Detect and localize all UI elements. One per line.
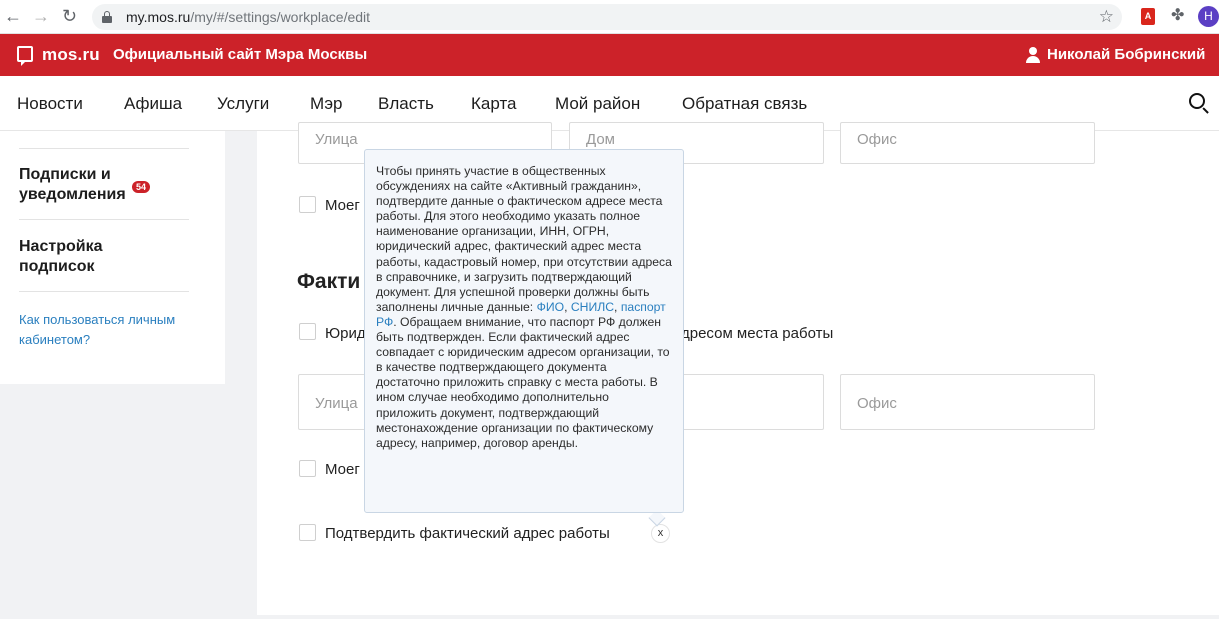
- pdf-extension-icon[interactable]: A: [1141, 8, 1155, 25]
- sidebar-divider: [19, 291, 189, 292]
- url-text: my.mos.ru/my/#/settings/workplace/edit: [126, 9, 371, 25]
- tooltip-close-button[interactable]: x: [651, 524, 670, 543]
- actual-office-input[interactable]: Офис: [840, 374, 1095, 430]
- sidebar: Подписки и уведомления 54 Настройка подп…: [0, 131, 225, 384]
- forward-button[interactable]: →: [32, 6, 50, 26]
- lock-icon: [102, 11, 112, 23]
- site-title[interactable]: Официальный сайт Мэра Москвы: [113, 46, 367, 63]
- legal-matches-label-end: дресом места работы: [681, 325, 834, 342]
- section-heading-actual-address: Факти: [297, 270, 361, 293]
- my-actual-address-checkbox[interactable]: [299, 460, 316, 477]
- reload-button[interactable]: ↻: [62, 6, 77, 26]
- snils-link[interactable]: СНИЛС: [571, 300, 614, 314]
- legal-office-input[interactable]: Офис: [840, 122, 1095, 164]
- nav-item-feedback[interactable]: Обратная связь: [682, 94, 807, 114]
- site-logo[interactable]: mos.ru: [42, 45, 100, 65]
- browser-toolbar: ← → ↻ my.mos.ru/my/#/settings/workplace/…: [0, 0, 1219, 34]
- sidebar-item-subscription-settings[interactable]: Настройка подписок: [19, 237, 102, 277]
- nav-item-afisha[interactable]: Афиша: [124, 94, 182, 114]
- info-tooltip: Чтобы принять участие в общественных обс…: [364, 149, 684, 513]
- sidebar-divider: [19, 219, 189, 220]
- nav-item-services[interactable]: Услуги: [217, 94, 269, 114]
- extensions-puzzle-icon[interactable]: ✤: [1171, 5, 1184, 25]
- confirm-actual-address-checkbox[interactable]: [299, 524, 316, 541]
- help-link[interactable]: Как пользоваться личным кабинетом?: [19, 310, 209, 350]
- sidebar-item-subscriptions[interactable]: Подписки и уведомления: [19, 165, 126, 205]
- nav-item-map[interactable]: Карта: [471, 94, 517, 114]
- back-button[interactable]: ←: [4, 6, 22, 26]
- confirm-actual-address-label: Подтвердить фактический адрес работы: [325, 525, 610, 542]
- legal-matches-label-start: Юрид: [325, 325, 366, 342]
- legal-matches-checkbox[interactable]: [299, 323, 316, 340]
- address-bar[interactable]: my.mos.ru/my/#/settings/workplace/edit ☆: [92, 4, 1122, 30]
- fio-link[interactable]: ФИО: [537, 300, 565, 314]
- speech-bubble-logo-icon[interactable]: [17, 46, 33, 66]
- search-icon[interactable]: [1189, 93, 1209, 114]
- nav-item-government[interactable]: Власть: [378, 94, 434, 114]
- nav-item-mayor[interactable]: Мэр: [310, 94, 342, 114]
- my-address-label: Моег: [325, 197, 360, 214]
- sidebar-divider: [19, 148, 189, 149]
- my-actual-address-label: Моег: [325, 461, 360, 478]
- nav-item-my-district[interactable]: Мой район: [555, 94, 640, 114]
- profile-avatar[interactable]: Н: [1198, 6, 1219, 27]
- site-header: mos.ru Официальный сайт Мэра Москвы Нико…: [0, 34, 1219, 76]
- user-icon[interactable]: [1026, 47, 1040, 63]
- notifications-badge: 54: [132, 181, 151, 193]
- nav-item-news[interactable]: Новости: [17, 94, 83, 114]
- user-name[interactable]: Николай Бобринский: [1047, 46, 1205, 63]
- bookmark-star-icon[interactable]: ☆: [1099, 7, 1114, 27]
- my-address-checkbox[interactable]: [299, 196, 316, 213]
